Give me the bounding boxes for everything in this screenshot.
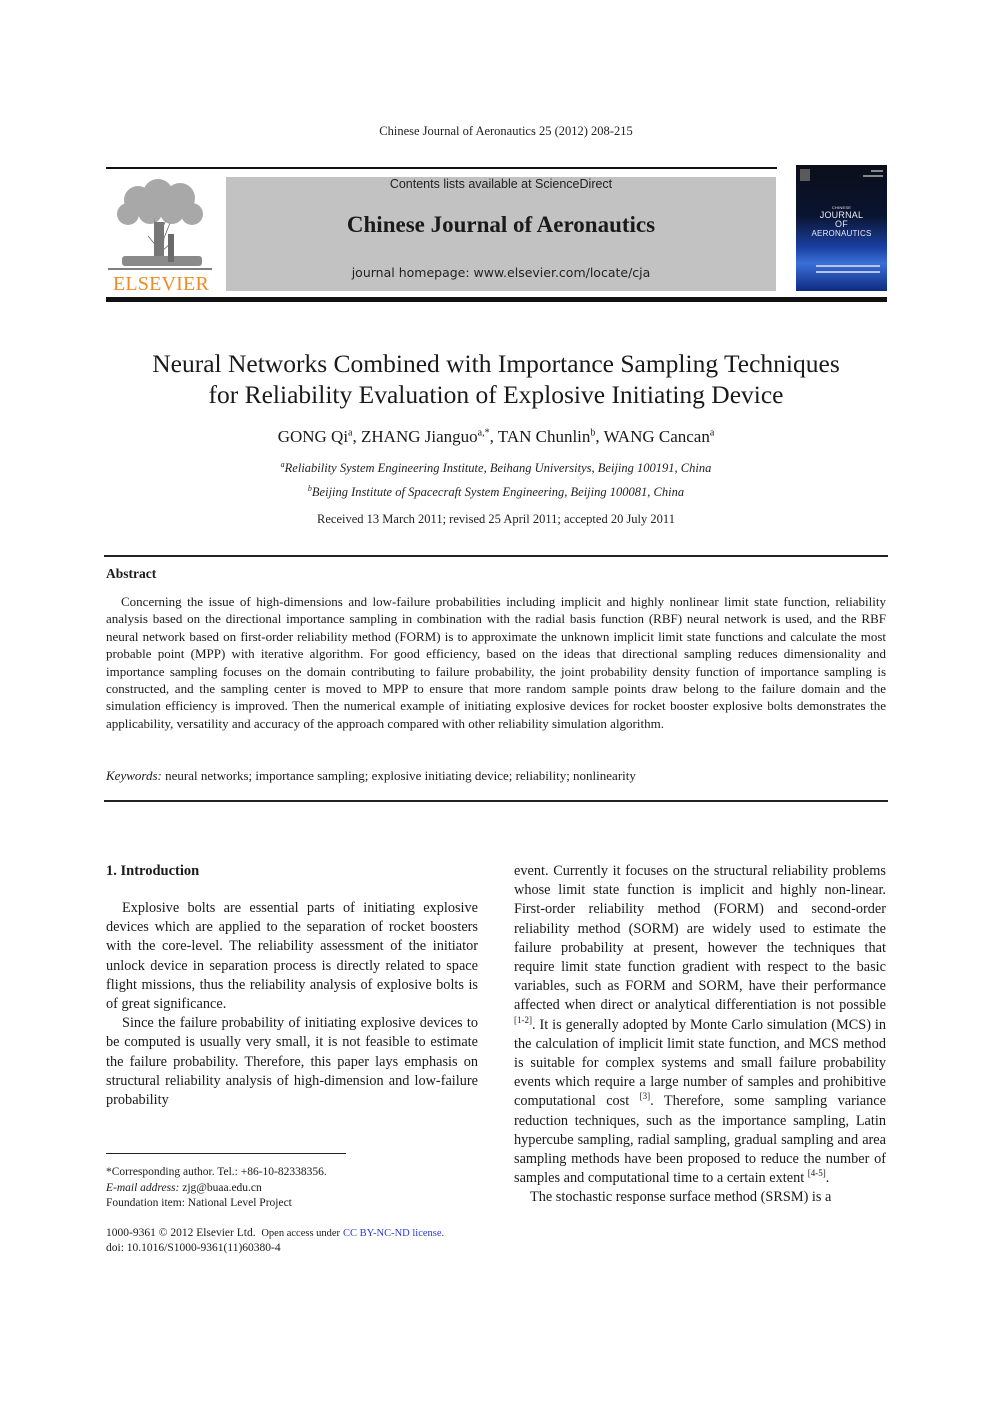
body-paragraph: Since the failure probability of initiat… bbox=[106, 1015, 478, 1109]
body-column-right: event. Currently it focuses on the struc… bbox=[514, 862, 886, 1208]
body-paragraph: event. Currently it focuses on the struc… bbox=[514, 862, 886, 1188]
title-line-1: Neural Networks Combined with Importance… bbox=[152, 349, 840, 378]
email-line: E-mail address: zjg@buaa.edu.cn bbox=[106, 1181, 496, 1197]
author-name: ZHANG Jianguo bbox=[361, 427, 478, 446]
citation[interactable]: [1-2] bbox=[514, 1015, 532, 1025]
body-column-left: 1. Introduction Explosive bolts are esse… bbox=[106, 862, 478, 1110]
footnote-rule bbox=[106, 1153, 346, 1154]
keywords: Keywords: neural networks; importance sa… bbox=[106, 768, 886, 784]
affiliation-a: aReliability System Engineering Institut… bbox=[0, 460, 992, 476]
keywords-list: neural networks; importance sampling; ex… bbox=[165, 768, 636, 783]
abstract-text: Concerning the issue of high-dimensions … bbox=[106, 594, 886, 731]
author-sup: a,* bbox=[477, 427, 490, 439]
doi[interactable]: doi: 10.1016/S1000-9361(11)60380-4 bbox=[106, 1241, 496, 1257]
author-sup: b bbox=[590, 427, 596, 439]
keywords-label: Keywords: bbox=[106, 768, 162, 783]
author-sup: a bbox=[348, 427, 353, 439]
body-paragraph: Explosive bolts are essential parts of i… bbox=[106, 900, 478, 1013]
elsevier-logo: ELSEVIER bbox=[106, 176, 216, 294]
article-title: Neural Networks Combined with Importance… bbox=[0, 348, 992, 410]
author-name: TAN Chunlin bbox=[497, 427, 591, 446]
section-heading: 1. Introduction bbox=[106, 863, 200, 879]
affiliation-text: Beijing Institute of Spacecraft System E… bbox=[311, 485, 685, 500]
abstract-heading: Abstract bbox=[106, 566, 157, 581]
footnotes: *Corresponding author. Tel.: +86-10-8233… bbox=[106, 1165, 496, 1257]
elsevier-tree-icon bbox=[108, 179, 212, 270]
email-address[interactable]: zjg@buaa.edu.cn bbox=[182, 1182, 262, 1194]
cover-issn-mark bbox=[871, 170, 883, 172]
cover-logo-icon bbox=[800, 169, 810, 181]
author-name: WANG Cancan bbox=[603, 427, 710, 446]
header-bottom-rule bbox=[106, 297, 887, 302]
cover-line3: AERONAUTICS bbox=[811, 229, 872, 238]
header-top-rule bbox=[106, 167, 777, 169]
affiliation-b: bBeijing Institute of Spacecraft System … bbox=[0, 484, 992, 500]
cover-caption-line bbox=[816, 271, 880, 273]
foundation-item: Foundation item: National Level Project bbox=[106, 1197, 292, 1209]
cover-caption-line bbox=[816, 265, 880, 267]
author-list: GONG Qia, ZHANG Jianguoa,*, TAN Chunlinb… bbox=[277, 427, 715, 446]
copyright-line: 1000-9361 © 2012 Elsevier Ltd. Open acce… bbox=[106, 1226, 496, 1242]
copyright: 1000-9361 © 2012 Elsevier Ltd. bbox=[106, 1226, 256, 1239]
cover-title: CHINESE JOURNAL OF AERONAUTICS bbox=[796, 205, 887, 238]
cover-line2: OF bbox=[835, 219, 848, 229]
abstract-top-rule bbox=[104, 555, 888, 557]
text-run: event. Currently it focuses on the struc… bbox=[514, 863, 886, 1014]
citation[interactable]: [3] bbox=[640, 1092, 651, 1102]
journal-cover-thumbnail: CHINESE JOURNAL OF AERONAUTICS bbox=[796, 165, 887, 291]
abstract-bottom-rule bbox=[104, 800, 888, 802]
footnote-gap bbox=[106, 1212, 496, 1226]
journal-homepage: journal homepage: www.elsevier.com/locat… bbox=[351, 265, 651, 280]
corresponding-author: *Corresponding author. Tel.: +86-10-8233… bbox=[106, 1166, 327, 1178]
title-line-2: for Reliability Evaluation of Explosive … bbox=[208, 380, 784, 409]
contents-line: Contents lists available at ScienceDirec… bbox=[389, 177, 613, 191]
author-sup: a bbox=[709, 427, 715, 439]
body-paragraph: The stochastic response surface method (… bbox=[530, 1189, 832, 1206]
license-link[interactable]: CC BY-NC-ND license. bbox=[343, 1228, 444, 1239]
elsevier-wordmark: ELSEVIER bbox=[112, 273, 210, 295]
running-head: Chinese Journal of Aeronautics 25 (2012)… bbox=[379, 124, 633, 138]
open-access-text: Open access under bbox=[261, 1227, 341, 1239]
journal-banner: Contents lists available at ScienceDirec… bbox=[226, 177, 776, 291]
text-run: . bbox=[825, 1170, 830, 1187]
affiliation-text: Reliability System Engineering Institute… bbox=[284, 461, 712, 476]
author-name: GONG Qi bbox=[277, 427, 349, 446]
journal-title: Chinese Journal of Aeronautics bbox=[346, 212, 656, 237]
citation[interactable]: [4-5] bbox=[808, 1168, 826, 1178]
received-dates: Received 13 March 2011; revised 25 April… bbox=[317, 512, 675, 526]
email-label: E-mail address: bbox=[106, 1181, 180, 1194]
cover-issn-mark bbox=[863, 175, 883, 177]
